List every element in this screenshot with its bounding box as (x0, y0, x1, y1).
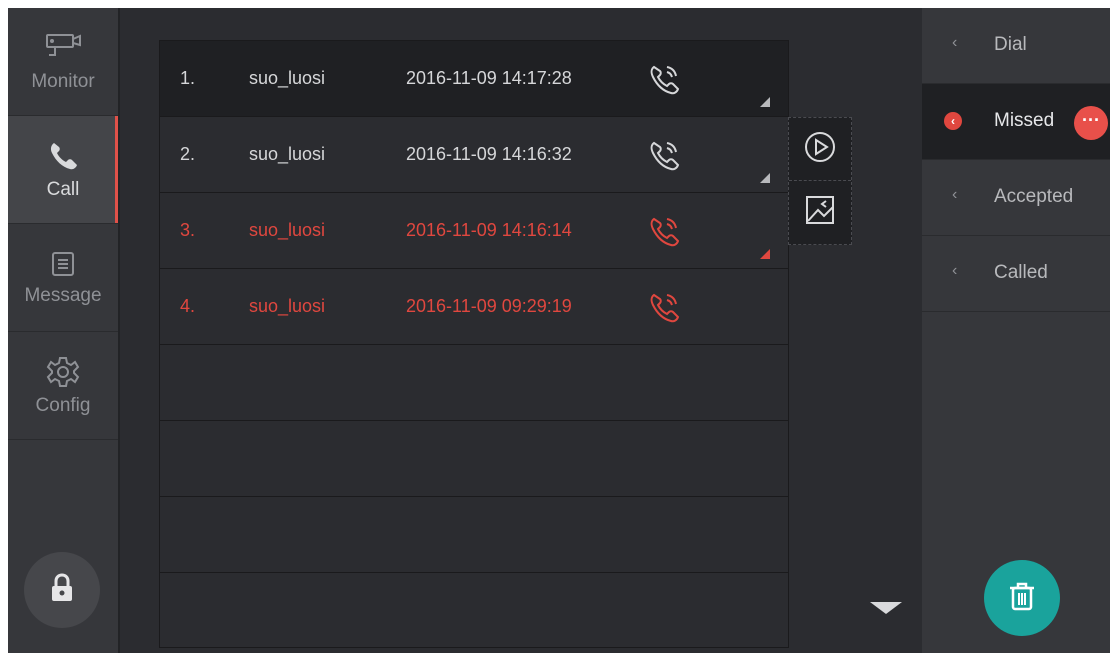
call-category-panel: ‹ Dial ‹ Missed ··· ‹ Accepted ‹ Called (922, 8, 1110, 653)
phone-icon (46, 139, 80, 173)
nav-label-monitor: Monitor (31, 70, 95, 92)
call-time: 2016-11-09 09:29:19 (406, 296, 572, 316)
missed-call-icon (646, 213, 682, 254)
call-status-icon (646, 137, 682, 178)
tab-label: Missed (994, 110, 1055, 131)
tab-called[interactable]: ‹ Called (922, 236, 1110, 312)
nav-item-monitor[interactable]: Monitor (8, 8, 118, 116)
chevron-left-icon: ‹ (952, 186, 958, 203)
caller-name: suo_luosi (249, 68, 326, 88)
call-log-row[interactable]: 2. suo_luosi 2016-11-09 14:16:32 (160, 117, 788, 193)
record-indicator (760, 173, 770, 183)
scroll-down-arrow[interactable] (870, 602, 902, 614)
row-number: 3. (180, 220, 196, 240)
nav-label-config: Config (35, 394, 91, 416)
nav-label-call: Call (46, 178, 80, 200)
call-log-row[interactable]: 3. suo_luosi 2016-11-09 14:16:14 (160, 193, 788, 269)
message-icon (48, 249, 78, 279)
tab-dial[interactable]: ‹ Dial (922, 8, 1110, 84)
row-number: 4. (180, 296, 196, 316)
image-icon (804, 194, 836, 231)
nav-divider (118, 8, 120, 653)
nav-item-config[interactable]: Config (8, 332, 118, 440)
call-log-row[interactable]: 4. suo_luosi 2016-11-09 09:29:19 (160, 269, 788, 345)
tab-label: Dial (994, 34, 1027, 55)
lock-button[interactable] (24, 552, 100, 628)
play-icon (803, 130, 837, 169)
lock-icon (49, 572, 75, 608)
call-time: 2016-11-09 14:16:32 (406, 144, 572, 164)
empty-row (160, 573, 788, 649)
delete-button[interactable] (984, 560, 1060, 636)
call-time: 2016-11-09 14:16:14 (406, 220, 572, 240)
tab-missed[interactable]: ‹ Missed ··· (922, 84, 1110, 160)
empty-row (160, 345, 788, 421)
snapshot-button[interactable] (789, 181, 851, 244)
tab-accepted[interactable]: ‹ Accepted (922, 160, 1110, 236)
row-number: 1. (180, 68, 196, 88)
tab-label: Called (994, 262, 1048, 283)
missed-call-icon (646, 289, 682, 330)
nav-item-message[interactable]: Message (8, 224, 118, 332)
call-time: 2016-11-09 14:17:28 (406, 68, 572, 88)
chevron-left-icon: ‹ (952, 262, 958, 279)
trash-icon (1007, 580, 1037, 617)
nav-item-call[interactable]: Call (8, 116, 118, 224)
record-actions (788, 117, 852, 245)
record-indicator (760, 249, 770, 259)
camera-icon (43, 31, 83, 65)
more-badge[interactable]: ··· (1074, 106, 1108, 140)
call-log-list: 1. suo_luosi 2016-11-09 14:17:28 2. suo_… (159, 40, 789, 648)
call-status-icon (646, 61, 682, 102)
empty-row (160, 421, 788, 497)
nav-label-message: Message (24, 284, 102, 306)
row-number: 2. (180, 144, 196, 164)
caller-name: suo_luosi (249, 220, 326, 240)
caller-name: suo_luosi (249, 296, 326, 316)
chevron-left-icon: ‹ (952, 34, 958, 51)
left-nav: Monitor Call Message Config (8, 8, 118, 653)
chevron-left-icon: ‹ (944, 112, 962, 130)
record-indicator (760, 97, 770, 107)
caller-name: suo_luosi (249, 144, 326, 164)
intercom-screen: Monitor Call Message Config 1. suo_luosi… (8, 8, 1110, 653)
gear-icon (46, 355, 80, 389)
play-button[interactable] (789, 118, 851, 181)
empty-row (160, 497, 788, 573)
tab-label: Accepted (994, 186, 1074, 207)
call-log-row[interactable]: 1. suo_luosi 2016-11-09 14:17:28 (160, 41, 788, 117)
